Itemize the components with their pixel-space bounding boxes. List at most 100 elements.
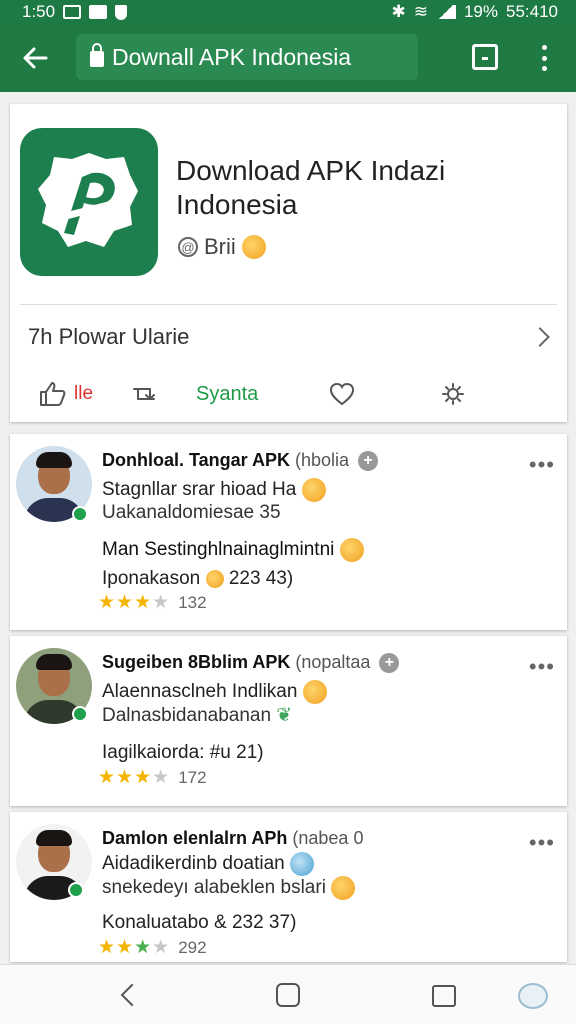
- plus-icon[interactable]: +: [358, 451, 379, 472]
- avatar-hair: [36, 654, 72, 670]
- gear-icon: [442, 383, 464, 405]
- review-meta: Konaluatabo & 232 37): [102, 912, 296, 934]
- star-icon: ★: [98, 592, 116, 613]
- author-name: Sugeiben 8Bblim APK: [102, 652, 291, 672]
- developer-line[interactable]: @ Brii: [178, 234, 266, 260]
- more-vert-icon[interactable]: [532, 42, 556, 74]
- app-info-card: Download APK Indazi Indonesia @ Brii 7h …: [10, 104, 567, 422]
- rating-count: 132: [178, 592, 207, 612]
- wifi-icon: ≋: [413, 2, 428, 21]
- mail-icon: [89, 5, 108, 19]
- star-icon: ★: [134, 937, 152, 958]
- favorite-button[interactable]: [328, 376, 356, 412]
- back-button[interactable]: [0, 24, 70, 92]
- star-icon: ★: [116, 592, 134, 613]
- share-button[interactable]: [130, 376, 158, 412]
- status-left: 1:50: [22, 2, 128, 22]
- like-button[interactable]: lle: [38, 376, 93, 412]
- review-line: Uakanaldomiesae 35: [102, 502, 281, 523]
- repost-icon: [133, 388, 155, 400]
- info-row[interactable]: 7h Plowar Ularie: [28, 320, 553, 354]
- app-logo[interactable]: [20, 128, 158, 276]
- system-nav-bar: [0, 964, 576, 1024]
- battery-percent: 19%: [463, 2, 498, 21]
- review-line: Stagnllar srar hioad Ha: [102, 478, 326, 502]
- review-author: Sugeiben 8Bblim APK (nopaltaa +: [102, 652, 400, 674]
- star-rating: ★ ★ ★ ★ 132: [98, 591, 207, 614]
- app-title: Download APK Indazi Indonesia: [176, 155, 446, 220]
- more-horiz-icon[interactable]: •••: [529, 654, 555, 680]
- emoji-icon: [241, 235, 266, 259]
- review-card[interactable]: Donhloal. Tangar APK (hbolia + ••• Stagn…: [10, 434, 567, 630]
- emoji-icon: [205, 569, 224, 588]
- review-meta: Iagilkaiorda: #u 21): [102, 742, 264, 764]
- avatar-hair: [36, 452, 72, 468]
- more-actions-button[interactable]: [438, 376, 468, 412]
- emoji-icon: [331, 876, 356, 900]
- author-tag: (nopaltaa: [295, 652, 371, 672]
- author-name: Damlon elenlalrn APh: [102, 828, 288, 848]
- gallery-icon: [63, 5, 82, 19]
- signal-icon: [435, 5, 456, 19]
- nav-home-icon[interactable]: [276, 983, 300, 1007]
- star-icon: ★: [152, 592, 170, 613]
- like-label: lle: [74, 383, 94, 404]
- verified-icon: [72, 506, 88, 522]
- verified-icon: [68, 882, 84, 898]
- assistant-icon[interactable]: [518, 983, 548, 1009]
- meta-number: 232 37): [231, 912, 297, 933]
- meta-text: Iagilkaiorda:: [102, 742, 205, 763]
- review-text: Aidadikerdinb doatian: [102, 853, 285, 875]
- chevron-right-icon: [530, 327, 550, 347]
- thumbs-up-icon: [40, 382, 66, 406]
- review-author: Donhloal. Tangar APK (hbolia +: [102, 450, 379, 472]
- more-horiz-icon[interactable]: •••: [529, 452, 555, 478]
- meta-text: Iponakason: [102, 568, 201, 589]
- review-line: snekedeyı alabeklen bslari: [102, 876, 356, 900]
- emoji-icon: [301, 478, 326, 502]
- review-heading: Man Sestinghlnainaglmintni: [102, 538, 364, 562]
- review-card[interactable]: Damlon elenlalrn APh (nabea 0 ••• Aidadi…: [10, 812, 567, 962]
- rating-count: 172: [178, 767, 207, 787]
- review-card[interactable]: Sugeiben 8Bblim APK (nopaltaa + ••• Alae…: [10, 636, 567, 806]
- star-icon: ★: [116, 937, 134, 958]
- avatar-hair: [36, 830, 72, 846]
- app-bar: Downall APK Indonesia: [0, 24, 576, 92]
- review-meta: Iponakason 223 43): [102, 568, 293, 590]
- review-heading-text: Man Sestinghlnainaglmintni: [102, 539, 335, 561]
- url-title: Downall APK Indonesia: [112, 43, 352, 70]
- lock-icon: [90, 43, 104, 67]
- author-name: Donhloal. Tangar APK: [102, 450, 291, 470]
- more-horiz-icon[interactable]: •••: [529, 830, 555, 856]
- url-bar[interactable]: Downall APK Indonesia: [76, 34, 418, 80]
- star-icon: ★: [116, 767, 134, 788]
- review-text: Alaennasclneh Indlikan: [102, 681, 298, 703]
- rating-count: 292: [178, 937, 207, 957]
- bluetooth-icon: ✱: [391, 2, 406, 21]
- status-time: 1:50: [22, 2, 56, 21]
- review-line: Aidadikerdinb doatian: [102, 852, 315, 876]
- meta-text: Konaluatabo &: [102, 912, 227, 933]
- author-tag: (hbolia: [295, 450, 350, 470]
- app-logo-icon: [38, 153, 138, 247]
- star-rating: ★ ★ ★ ★ 172: [98, 766, 207, 789]
- review-author: Damlon elenlalrn APh (nabea 0: [102, 828, 363, 849]
- shield-icon: [115, 4, 128, 20]
- author-tag: (nabea 0: [292, 828, 364, 848]
- meta-number: #u 21): [209, 742, 264, 763]
- nav-back-icon[interactable]: [120, 983, 144, 1007]
- star-icon: ★: [98, 767, 116, 788]
- review-text: Dalnasbidanabanan: [102, 705, 272, 726]
- emoji-icon: [290, 852, 315, 876]
- tab-switcher-button[interactable]: [472, 44, 498, 70]
- star-icon: ★: [152, 767, 170, 788]
- action-row: lle Syanta: [10, 376, 567, 412]
- at-icon: @: [178, 237, 198, 257]
- status-clock: 55:410: [506, 2, 558, 21]
- developer-name: Brii: [204, 234, 236, 259]
- review-text: Stagnllar srar hioad Ha: [102, 479, 297, 501]
- install-button[interactable]: Syanta: [196, 376, 258, 412]
- nav-recents-icon[interactable]: [432, 985, 456, 1007]
- plus-icon[interactable]: +: [379, 653, 400, 674]
- star-icon: ★: [134, 767, 152, 788]
